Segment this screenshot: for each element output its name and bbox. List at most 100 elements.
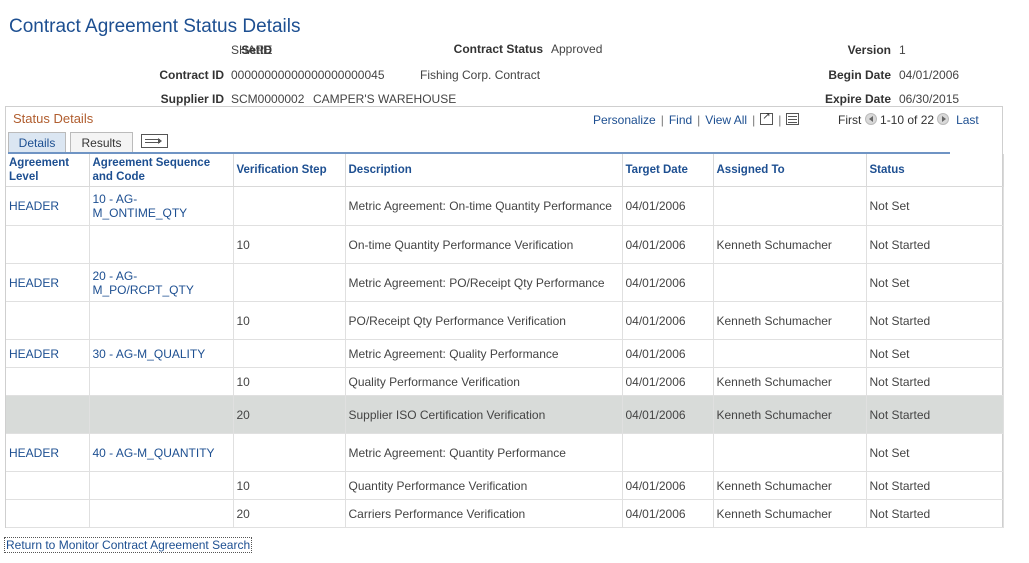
agreement-sequence-link[interactable]: 40 - AG-M_QUANTITY bbox=[89, 433, 234, 472]
table-row: 10 PO/Receipt Qty Performance Verificati… bbox=[6, 301, 1004, 340]
find-link[interactable]: Find bbox=[669, 113, 692, 127]
col-assigned-to[interactable]: Assigned To bbox=[713, 154, 867, 187]
assigned-to bbox=[713, 339, 867, 368]
verification-step: 10 bbox=[233, 471, 346, 500]
description: On-time Quantity Performance Verificatio… bbox=[345, 225, 623, 264]
grid-title: Status Details bbox=[13, 111, 94, 126]
new-window-icon[interactable] bbox=[760, 111, 774, 125]
contract-id-label: Contract ID bbox=[159, 68, 224, 82]
agreement-sequence bbox=[89, 301, 234, 340]
description: PO/Receipt Qty Performance Verification bbox=[345, 301, 623, 340]
target-date bbox=[622, 433, 714, 472]
target-date: 04/01/2006 bbox=[622, 471, 714, 500]
personalize-link[interactable]: Personalize bbox=[593, 113, 656, 127]
col-agreement-level[interactable]: Agreement Level bbox=[6, 154, 90, 187]
view-all-link[interactable]: View All bbox=[705, 113, 747, 127]
assigned-to bbox=[713, 186, 867, 226]
assigned-to: Kenneth Schumacher bbox=[713, 225, 867, 264]
agreement-sequence-link[interactable]: 10 - AG-M_ONTIME_QTY bbox=[89, 186, 234, 226]
verification-step: 20 bbox=[233, 395, 346, 434]
assigned-to bbox=[713, 433, 867, 472]
status: Not Started bbox=[866, 367, 1004, 396]
status: Not Set bbox=[866, 339, 1004, 368]
verification-step bbox=[233, 263, 346, 302]
col-verification-step[interactable]: Verification Step bbox=[233, 154, 346, 187]
assigned-to: Kenneth Schumacher bbox=[713, 395, 867, 434]
target-date: 04/01/2006 bbox=[622, 301, 714, 340]
tab-results[interactable]: Results bbox=[70, 132, 133, 152]
status: Not Started bbox=[866, 499, 1004, 528]
verification-step bbox=[233, 433, 346, 472]
page-title: Contract Agreement Status Details bbox=[9, 16, 301, 37]
description: Metric Agreement: PO/Receipt Qty Perform… bbox=[345, 263, 623, 302]
status: Not Set bbox=[866, 263, 1004, 302]
supplier-id-value: SCM0000002 bbox=[231, 92, 305, 106]
agreement-sequence bbox=[89, 225, 234, 264]
agreement-sequence bbox=[89, 367, 234, 396]
target-date: 04/01/2006 bbox=[622, 367, 714, 396]
begin-date-value: 04/01/2006 bbox=[899, 68, 960, 82]
agreement-sequence-link[interactable]: 20 - AG-M_PO/RCPT_QTY bbox=[89, 263, 234, 302]
status: Not Started bbox=[866, 395, 1004, 434]
setid-value: SHARE bbox=[231, 43, 273, 57]
table-row: 10 Quantity Performance Verification 04/… bbox=[6, 471, 1004, 500]
download-grid-icon[interactable] bbox=[786, 113, 800, 125]
previous-row-icon[interactable] bbox=[864, 113, 877, 125]
contract-status-label: Contract Status bbox=[453, 42, 543, 56]
verification-step bbox=[233, 186, 346, 226]
agreement-level bbox=[6, 225, 90, 264]
agreement-level-link[interactable]: HEADER bbox=[6, 186, 90, 226]
status-table: Agreement Level Agreement Sequence and C… bbox=[6, 154, 1004, 528]
expire-date-value: 06/30/2015 bbox=[899, 92, 960, 106]
last-link[interactable]: Last bbox=[956, 113, 979, 127]
agreement-level-link[interactable]: HEADER bbox=[6, 263, 90, 302]
contract-id-value: 00000000000000000000045 bbox=[231, 68, 385, 82]
status: Not Started bbox=[866, 301, 1004, 340]
target-date: 04/01/2006 bbox=[622, 186, 714, 226]
tab-details[interactable]: Details bbox=[8, 132, 66, 152]
agreement-sequence bbox=[89, 471, 234, 500]
col-description[interactable]: Description bbox=[345, 154, 623, 187]
table-row: 20 Carriers Performance Verification 04/… bbox=[6, 499, 1004, 528]
status: Not Set bbox=[866, 186, 1004, 226]
return-to-search-link[interactable]: Return to Monitor Contract Agreement Sea… bbox=[4, 537, 253, 553]
show-all-columns-icon[interactable] bbox=[141, 134, 168, 148]
table-header-row: Agreement Level Agreement Sequence and C… bbox=[6, 154, 1004, 187]
description: Metric Agreement: On-time Quantity Perfo… bbox=[345, 186, 623, 226]
agreement-sequence bbox=[89, 395, 234, 434]
row-range: 1-10 of 22 bbox=[880, 113, 935, 127]
agreement-level bbox=[6, 499, 90, 528]
description: Carriers Performance Verification bbox=[345, 499, 623, 528]
target-date: 04/01/2006 bbox=[622, 339, 714, 368]
table-row: 10 On-time Quantity Performance Verifica… bbox=[6, 225, 1004, 264]
table-row: HEADER 40 - AG-M_QUANTITY Metric Agreeme… bbox=[6, 433, 1004, 472]
table-row-highlighted: 20 Supplier ISO Certification Verificati… bbox=[6, 395, 1004, 434]
agreement-sequence-link[interactable]: 30 - AG-M_QUALITY bbox=[89, 339, 234, 368]
next-row-icon[interactable] bbox=[937, 113, 950, 125]
agreement-level-link[interactable]: HEADER bbox=[6, 433, 90, 472]
agreement-sequence bbox=[89, 499, 234, 528]
target-date: 04/01/2006 bbox=[622, 395, 714, 434]
pager: First 1-10 of 22 Last bbox=[838, 113, 979, 127]
version-value: 1 bbox=[899, 43, 906, 57]
version-label: Version bbox=[847, 43, 891, 57]
table-row: HEADER 30 - AG-M_QUALITY Metric Agreemen… bbox=[6, 339, 1004, 368]
supplier-id-label: Supplier ID bbox=[160, 92, 224, 106]
agreement-level-link[interactable]: HEADER bbox=[6, 339, 90, 368]
agreement-level bbox=[6, 471, 90, 500]
table-row: HEADER 10 - AG-M_ONTIME_QTY Metric Agree… bbox=[6, 186, 1004, 226]
begin-date-label: Begin Date bbox=[828, 68, 891, 82]
col-agreement-sequence[interactable]: Agreement Sequence and Code bbox=[89, 154, 234, 187]
col-target-date[interactable]: Target Date bbox=[622, 154, 714, 187]
verification-step bbox=[233, 339, 346, 368]
table-row: 10 Quality Performance Verification 04/0… bbox=[6, 367, 1004, 396]
assigned-to: Kenneth Schumacher bbox=[713, 301, 867, 340]
assigned-to: Kenneth Schumacher bbox=[713, 367, 867, 396]
verification-step: 10 bbox=[233, 301, 346, 340]
col-status[interactable]: Status bbox=[866, 154, 1004, 187]
target-date: 04/01/2006 bbox=[622, 499, 714, 528]
status: Not Started bbox=[866, 225, 1004, 264]
description: Metric Agreement: Quality Performance bbox=[345, 339, 623, 368]
status: Not Set bbox=[866, 433, 1004, 472]
assigned-to: Kenneth Schumacher bbox=[713, 471, 867, 500]
